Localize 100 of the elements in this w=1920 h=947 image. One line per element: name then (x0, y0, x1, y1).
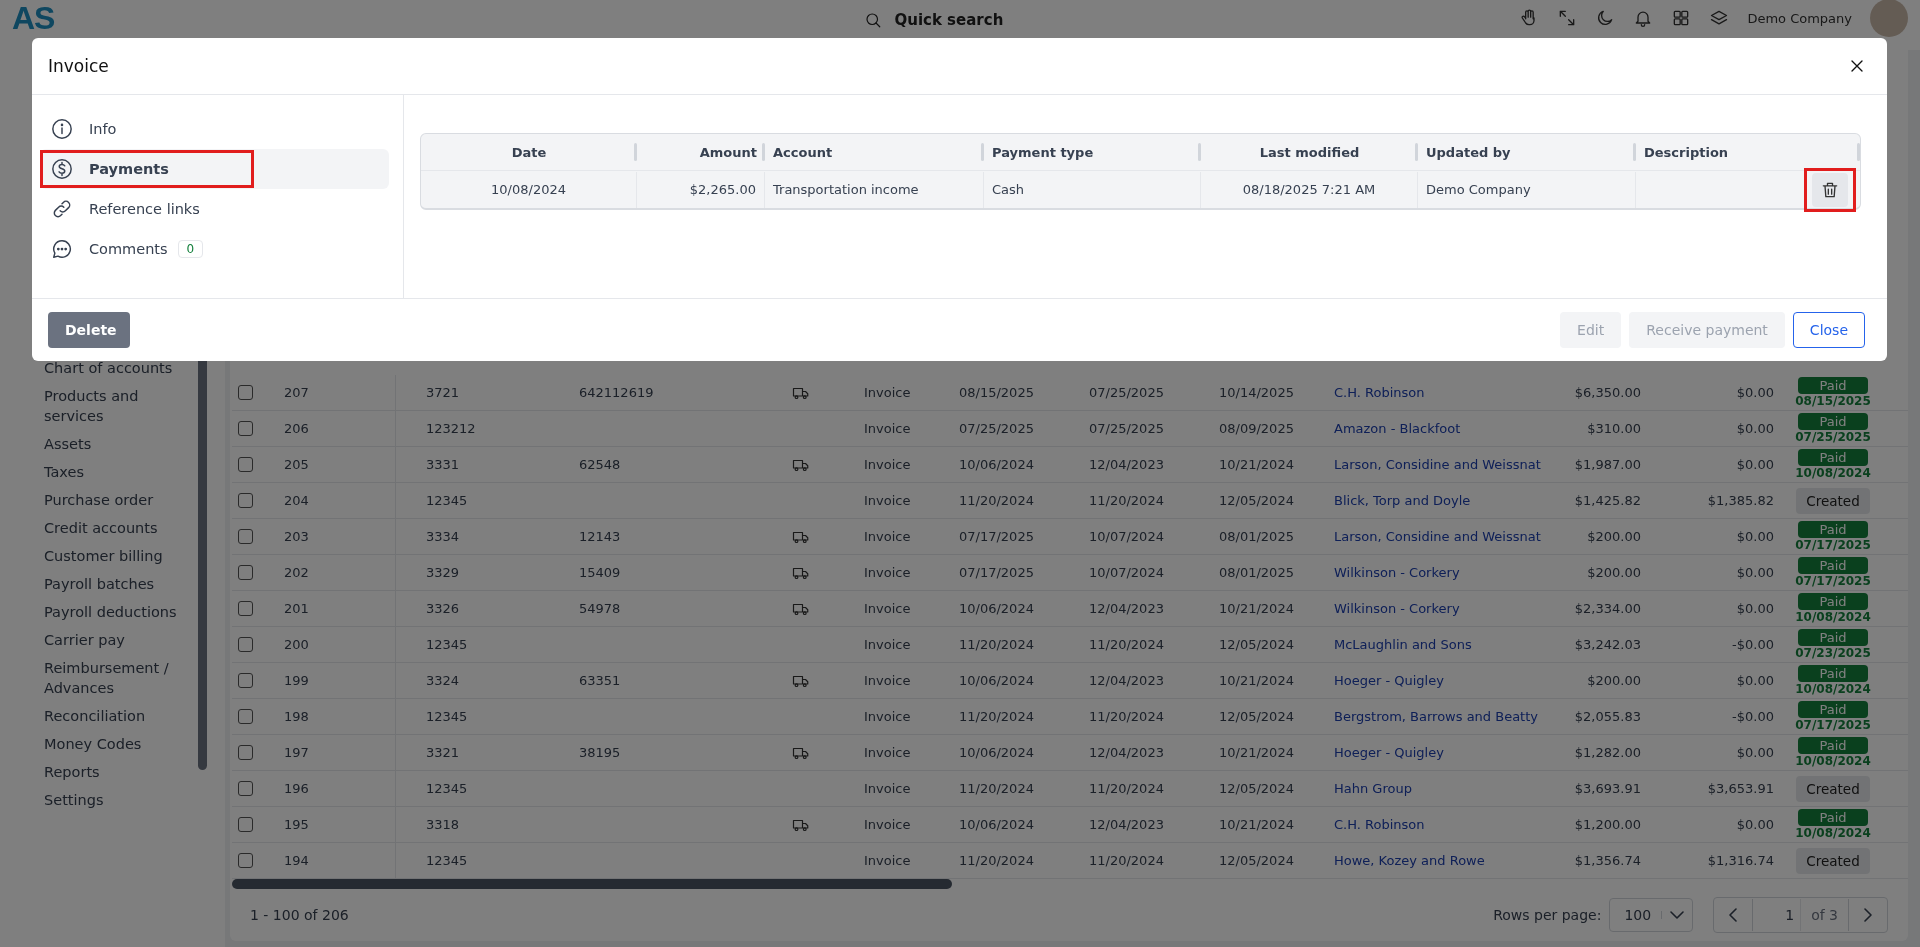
page-count: of 3 (1800, 899, 1849, 931)
sidebar-item[interactable]: Reports (44, 762, 189, 782)
table-cell-text: 3721 (425, 385, 461, 400)
sidebar-item[interactable]: Settings (44, 790, 189, 810)
delete-button[interactable] (1812, 172, 1848, 207)
row-checkbox[interactable] (238, 601, 253, 616)
table-cell-text: 12143 (578, 529, 622, 544)
column-header[interactable]: Account (765, 144, 984, 160)
customer-link[interactable]: Blick, Torp and Doyle (1326, 493, 1561, 508)
row-checkbox[interactable] (238, 817, 253, 832)
app-logo[interactable]: AS (12, 0, 55, 37)
dialog-nav-tab[interactable]: Comments 0 (40, 229, 389, 269)
column-header[interactable]: Updated by (1418, 144, 1636, 160)
row-checkbox[interactable] (238, 457, 253, 472)
table-cell-text: 12/05/2024 (1218, 781, 1295, 796)
table-cell-text: 07/25/2025 (1088, 385, 1165, 400)
table-cell-text: $0.00 (1735, 421, 1775, 436)
column-header[interactable]: Payment type (984, 144, 1201, 160)
customer-link[interactable]: Amazon - Blackfoot (1326, 421, 1561, 436)
sidebar-item[interactable]: Reimbursement / Advances (44, 658, 189, 698)
table-cell-text: 08/01/2025 (1218, 565, 1295, 580)
sidebar-item[interactable]: Credit accounts (44, 518, 189, 538)
table-cell-text: $200.00 (1586, 673, 1642, 688)
row-checkbox[interactable] (238, 673, 253, 688)
row-checkbox[interactable] (238, 421, 253, 436)
table-cell-text: $6,350.00 (1573, 385, 1642, 400)
row-checkbox[interactable] (238, 529, 253, 544)
table-cell-text: 08/01/2025 (1218, 529, 1295, 544)
table-cell: 207 (284, 385, 309, 400)
sidebar-item[interactable]: Purchase order (44, 490, 189, 510)
paid-date: 10/08/2024 (1795, 754, 1871, 768)
paid-date: 10/08/2024 (1795, 466, 1871, 480)
table-cell-text: 642112619 (578, 385, 655, 400)
paid-date: 10/08/2024 (1795, 610, 1871, 624)
column-header[interactable]: Last modified (1201, 144, 1418, 160)
customer-link[interactable]: Howe, Kozey and Rowe (1326, 853, 1561, 868)
table-cell-text: $2,055.83 (1573, 709, 1642, 724)
table-cell-text: $310.00 (1586, 421, 1642, 436)
customer-link[interactable]: Bergstrom, Barrows and Beatty (1326, 709, 1561, 724)
customer-link[interactable]: C.H. Robinson (1326, 385, 1561, 400)
table-cell-text: Invoice (863, 709, 912, 724)
customer-link[interactable]: Wilkinson - Corkery (1326, 601, 1561, 616)
table-cell-text: 10/06/2024 (958, 673, 1035, 688)
table-cell-text: 11/20/2024 (958, 637, 1035, 652)
customer-link[interactable]: Hahn Group (1326, 781, 1561, 796)
table-cell-text: $0.00 (1735, 457, 1775, 472)
rows-per-page-select[interactable]: 100 (1609, 898, 1694, 932)
customer-link[interactable]: Hoeger - Quigley (1326, 745, 1561, 760)
sidebar-item[interactable]: Taxes (44, 462, 189, 482)
dialog-nav-tab[interactable]: Info (40, 109, 389, 149)
table-cell-text: 3324 (425, 673, 461, 688)
table-cell: 197 (284, 745, 309, 760)
dialog-nav-tab[interactable]: Reference links (40, 189, 389, 229)
customer-link[interactable]: C.H. Robinson (1326, 817, 1561, 832)
sidebar-item[interactable]: Carrier pay (44, 630, 189, 650)
table-cell-text: 3334 (425, 529, 461, 544)
row-checkbox[interactable] (238, 385, 253, 400)
row-checkbox[interactable] (238, 709, 253, 724)
table-cell-text: 10/06/2024 (958, 601, 1035, 616)
table-cell-text: 11/20/2024 (958, 853, 1035, 868)
table-cell-text: 07/17/2025 (958, 529, 1035, 544)
customer-link[interactable]: Larson, Considine and Weissnat (1326, 529, 1561, 544)
table-cell-text: 12/04/2023 (1088, 601, 1165, 616)
sidebar-item[interactable]: Money Codes (44, 734, 189, 754)
customer-link[interactable]: Wilkinson - Corkery (1326, 565, 1561, 580)
quick-search-field[interactable]: Quick search (864, 10, 1047, 30)
table-cell-text: 11/20/2024 (1088, 709, 1165, 724)
row-checkbox[interactable] (238, 565, 253, 580)
customer-link[interactable]: McLaughlin and Sons (1326, 637, 1561, 652)
sidebar-item[interactable]: Reconciliation (44, 706, 189, 726)
dialog-button[interactable]: Close (1792, 312, 1865, 348)
row-checkbox[interactable] (238, 745, 253, 760)
sidebar-item[interactable]: Customer billing (44, 546, 189, 566)
status-badge: Paid (1798, 593, 1868, 610)
scrollbar-thumb[interactable] (232, 879, 952, 889)
row-checkbox[interactable] (238, 637, 253, 652)
customer-link[interactable]: Hoeger - Quigley (1326, 673, 1561, 688)
company-name[interactable]: Demo Company (1747, 10, 1852, 26)
row-checkbox[interactable] (238, 781, 253, 796)
column-header[interactable]: Description (1636, 144, 1860, 160)
column-header[interactable]: Amount (637, 144, 765, 160)
sidebar-item[interactable]: Chart of accounts (44, 358, 189, 378)
sidebar-item[interactable]: Payroll batches (44, 574, 189, 594)
table-cell: 194 (284, 853, 309, 868)
sidebar-item[interactable]: Products and services (44, 386, 189, 426)
table-cell-text: $3,242.03 (1573, 637, 1642, 652)
table-cell: 196 (284, 781, 309, 796)
dialog-nav-tab[interactable]: Payments (40, 149, 389, 189)
sidebar-item[interactable]: Payroll deductions (44, 602, 189, 622)
row-checkbox[interactable] (238, 493, 253, 508)
customer-link[interactable]: Larson, Considine and Weissnat (1326, 457, 1561, 472)
column-header[interactable]: Date (421, 144, 637, 160)
sidebar-item[interactable]: Assets (44, 434, 189, 454)
paid-date: 07/25/2025 (1795, 430, 1871, 444)
table-cell-text: $0.00 (1735, 673, 1775, 688)
row-checkbox[interactable] (238, 853, 253, 868)
table-cell: 204 (284, 493, 309, 508)
dialog-button[interactable]: Delete (48, 312, 130, 348)
table-cell-text: $0.00 (1735, 385, 1775, 400)
paid-date: 07/17/2025 (1795, 538, 1871, 552)
